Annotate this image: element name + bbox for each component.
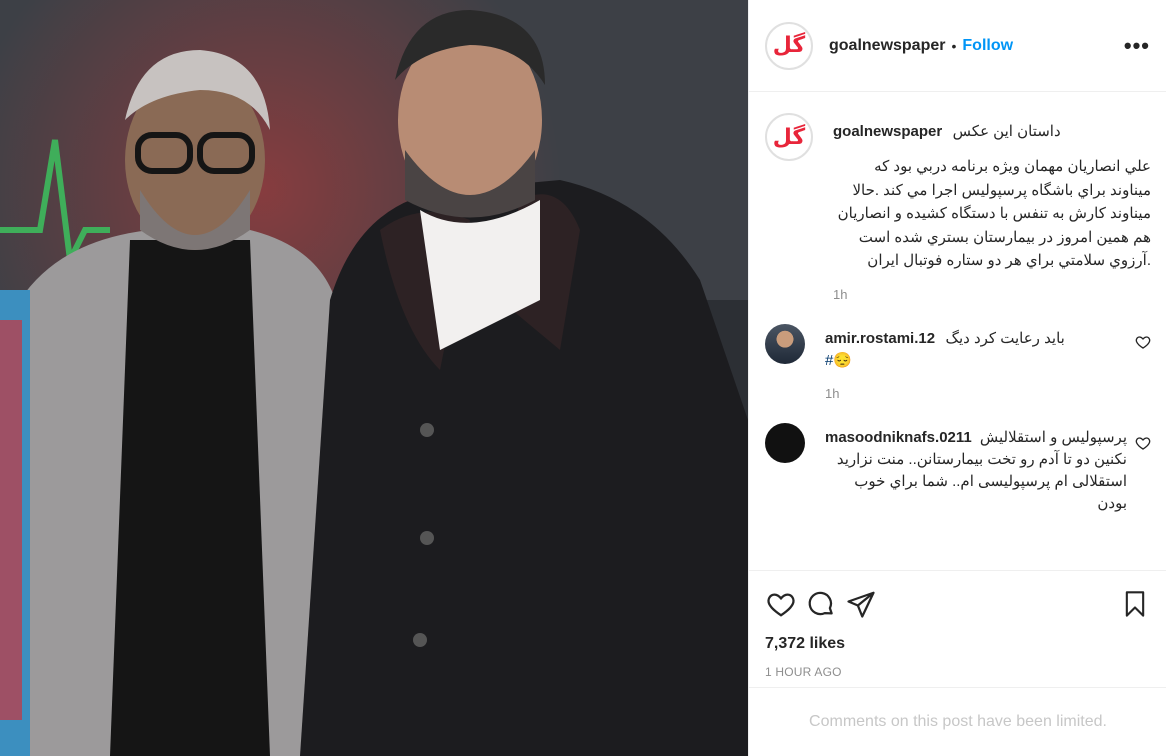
comment-username[interactable]: amir.rostami.12 — [825, 330, 935, 347]
caption: گل goalnewspaper داستان این عکس علي انصا… — [765, 113, 1151, 324]
post-header: گل goalnewspaper • Follow ••• — [749, 0, 1166, 92]
caption-first-line: goalnewspaper داستان این عکس — [833, 121, 1151, 143]
more-options-icon[interactable]: ••• — [1124, 33, 1150, 59]
post-photo[interactable] — [0, 0, 748, 756]
caption-username[interactable]: goalnewspaper — [833, 123, 942, 140]
caption-time[interactable]: 1h — [833, 287, 1151, 302]
like-comment-heart-icon[interactable] — [1135, 435, 1151, 451]
post-details-panel: گل goalnewspaper • Follow ••• گل goalnew… — [748, 0, 1166, 756]
follow-button[interactable]: Follow — [962, 37, 1013, 55]
caption-title: داستان این عکس — [952, 123, 1061, 140]
separator-dot: • — [951, 37, 957, 54]
comment-extra: #😔 — [825, 350, 1127, 372]
comment-item: masoodniknafs.0211 پرسپولیس و استقلالیش … — [765, 422, 1151, 515]
commenter-avatar[interactable] — [765, 323, 805, 364]
comment-bubble-icon[interactable] — [805, 588, 837, 620]
account-avatar[interactable]: گل — [765, 21, 813, 70]
post-time-ago[interactable]: 1 HOUR AGO — [765, 665, 1151, 679]
share-paper-plane-icon[interactable] — [845, 588, 877, 620]
comments-limited-notice: Comments on this post have been limited. — [749, 687, 1166, 756]
brand-logo: گل — [769, 117, 809, 157]
comments-list[interactable]: گل goalnewspaper داستان این عکس علي انصا… — [749, 93, 1166, 570]
action-icons-row — [765, 587, 1151, 621]
save-bookmark-icon[interactable] — [1119, 588, 1151, 620]
like-comment-heart-icon[interactable] — [1135, 334, 1151, 350]
caption-body: goalnewspaper داستان این عکس علي انصاريا… — [833, 113, 1151, 324]
brand-logo: گل — [769, 25, 809, 66]
like-heart-icon[interactable] — [765, 588, 797, 620]
post-photo-illustration — [0, 0, 748, 756]
comment-username[interactable]: masoodniknafs.0211 — [825, 427, 972, 449]
likes-count[interactable]: 7,372 likes — [765, 635, 1151, 653]
commenter-avatar[interactable] — [765, 422, 805, 463]
account-username[interactable]: goalnewspaper — [829, 37, 945, 55]
comment-text: باید رعایت کرد دیگ — [945, 329, 1065, 347]
comment-body: masoodniknafs.0211 پرسپولیس و استقلالیش … — [825, 423, 1151, 515]
caption-text: علي انصاريان مهمان ويژه برنامه دربي بود … — [837, 158, 1151, 269]
comment-text-block: masoodniknafs.0211 پرسپولیس و استقلالیش … — [825, 427, 1127, 515]
caption-avatar[interactable]: گل — [765, 113, 813, 161]
comment-body: amir.rostami.12 باید رعایت کرد دیگ #😔 1h — [825, 324, 1151, 423]
emoji: 😔 — [833, 351, 853, 369]
comment-time[interactable]: 1h — [825, 386, 1127, 401]
comment-first-line: amir.rostami.12 باید رعایت کرد دیگ — [825, 328, 1127, 350]
comment-item: amir.rostami.12 باید رعایت کرد دیگ #😔 1h — [765, 323, 1151, 423]
